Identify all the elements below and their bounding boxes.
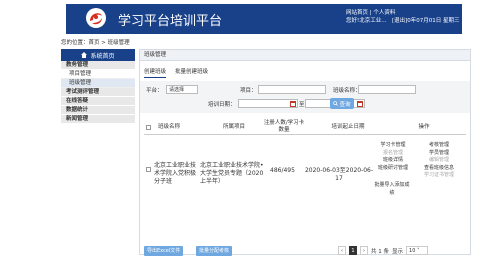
page-size-select[interactable]: 10 ˅ — [406, 246, 429, 255]
logout-date[interactable]: [退出]0年07月01日 星期三 — [392, 17, 460, 25]
sidebar-item-projects[interactable]: 项目管理 — [61, 70, 135, 79]
start-date-input[interactable] — [238, 99, 298, 108]
panel-title: 班级管理 — [140, 50, 470, 61]
action-card-manage[interactable]: 学习卡管理 — [374, 142, 412, 150]
project-input[interactable] — [258, 85, 326, 94]
th-project: 所属项目 — [222, 124, 245, 130]
page-current[interactable]: 1 — [349, 246, 357, 255]
th-count: 注册人数/学习卡数量 — [263, 120, 305, 133]
train-date-label: 培训日期： — [208, 102, 236, 108]
platform-select[interactable]: 请选择 — [166, 85, 198, 94]
th-class-name: 班级名称 — [157, 124, 180, 130]
action-enroll-manage: 报名管理 — [382, 149, 403, 156]
calendar-icon[interactable] — [357, 101, 363, 107]
sidebar-group-stats[interactable]: 数据统计 — [61, 106, 135, 115]
sidebar: 系统首页 教务管理 项目管理 班级管理 考试测评管理 在线答疑 数据统计 新闻管… — [61, 49, 135, 124]
action-edit-manage: 编辑管理 — [428, 157, 449, 163]
platform-label: 平台： — [146, 88, 163, 94]
calendar-icon[interactable] — [290, 101, 296, 107]
sidebar-item-classes[interactable]: 班级管理 — [61, 79, 135, 88]
class-name-label: 班级名称： — [333, 88, 361, 94]
th-dates: 培训起止日期 — [331, 124, 365, 130]
row-checkbox[interactable] — [146, 167, 151, 172]
user-info: 网站首页 | 个人资料 您好!北京工业... [退出]0年07月01日 星期三 — [346, 10, 460, 24]
tab-create-class[interactable]: 创建班级 — [144, 67, 167, 78]
sidebar-group-academic[interactable]: 教务管理 — [61, 61, 135, 70]
page-size-value: 10 — [409, 248, 416, 254]
search-icon — [333, 101, 339, 106]
row-class-name: 北京工业职业技术学院入党积极分子班 — [154, 162, 197, 185]
profile-link[interactable]: 个人资料 — [373, 10, 395, 16]
sidebar-home[interactable]: 系统首页 — [61, 49, 135, 61]
row-actions-left: 学习卡管理 报名管理 班级详情 班级研讨管理 批量导入添加成绩 — [374, 142, 412, 197]
row-count: 486/495 — [270, 167, 295, 174]
pagination: ‹ 1 › 共 1 条 显示 10 ˅ — [338, 246, 429, 255]
row-project: 北京工业职业技术学院•大学生党员专题（2020上半年） — [200, 162, 264, 185]
action-import-scores[interactable]: 批量导入添加成绩 — [374, 182, 410, 197]
action-exam-manage[interactable]: 考核管理 — [424, 142, 454, 150]
to-label: 至 — [299, 102, 305, 108]
row-dates: 2020-06-03至2020-06-17 — [304, 167, 374, 182]
tabs: 创建班级 批量创建班级 — [144, 67, 208, 78]
filter-bar: 平台： 请选择 项目： 班级名称： 培训日期： 至 查询 — [140, 81, 470, 113]
prev-page-icon[interactable]: ‹ — [338, 246, 346, 255]
next-page-icon[interactable]: › — [360, 246, 368, 255]
tab-batch-create[interactable]: 批量创建班级 — [175, 67, 208, 78]
class-name-input[interactable] — [358, 85, 416, 94]
search-button[interactable]: 查询 — [330, 98, 354, 109]
sidebar-group-exam[interactable]: 考试测评管理 — [61, 88, 135, 97]
search-label: 查询 — [339, 101, 351, 108]
show-label: 显示 — [392, 248, 404, 255]
table-header: 班级名称 所属项目 注册人数/学习卡数量 培训起止日期 操作 — [144, 120, 466, 135]
breadcrumb: 您的位置：首页 > 班级管理 — [61, 40, 130, 46]
logo-icon — [86, 8, 106, 28]
row-actions-right: 考核管理 学员管理 编辑管理 查看班级信息 学习证书管理 — [424, 142, 454, 180]
th-actions: 操作 — [418, 124, 430, 130]
home-link[interactable]: 网站首页 — [346, 10, 368, 16]
sidebar-home-label: 系统首页 — [90, 52, 115, 60]
sidebar-group-news[interactable]: 新闻管理 — [61, 115, 135, 124]
action-view-class[interactable]: 查看班级信息 — [424, 165, 454, 173]
user-greeting: 您好!北京工业... — [346, 18, 387, 24]
home-icon — [81, 52, 88, 58]
action-class-detail[interactable]: 班级详情 — [374, 157, 412, 165]
action-student-manage[interactable]: 学员管理 — [424, 150, 454, 158]
action-certificate-manage: 学习证书管理 — [424, 172, 455, 178]
main-panel: 班级管理 创建班级 批量创建班级 平台： 请选择 项目： 班级名称： 培训日期：… — [139, 49, 471, 256]
sidebar-group-qa[interactable]: 在线答疑 — [61, 97, 135, 106]
app-title: 学习平台培训平台 — [118, 14, 223, 29]
action-discussion-manage[interactable]: 班级研讨管理 — [374, 165, 412, 173]
header: 学习平台培训平台 网站首页 | 个人资料 您好!北京工业... [退出]0年07… — [0, 0, 500, 34]
total-count: 共 1 条 — [371, 248, 389, 255]
select-all-checkbox[interactable] — [146, 125, 151, 130]
project-label: 项目： — [240, 88, 257, 94]
